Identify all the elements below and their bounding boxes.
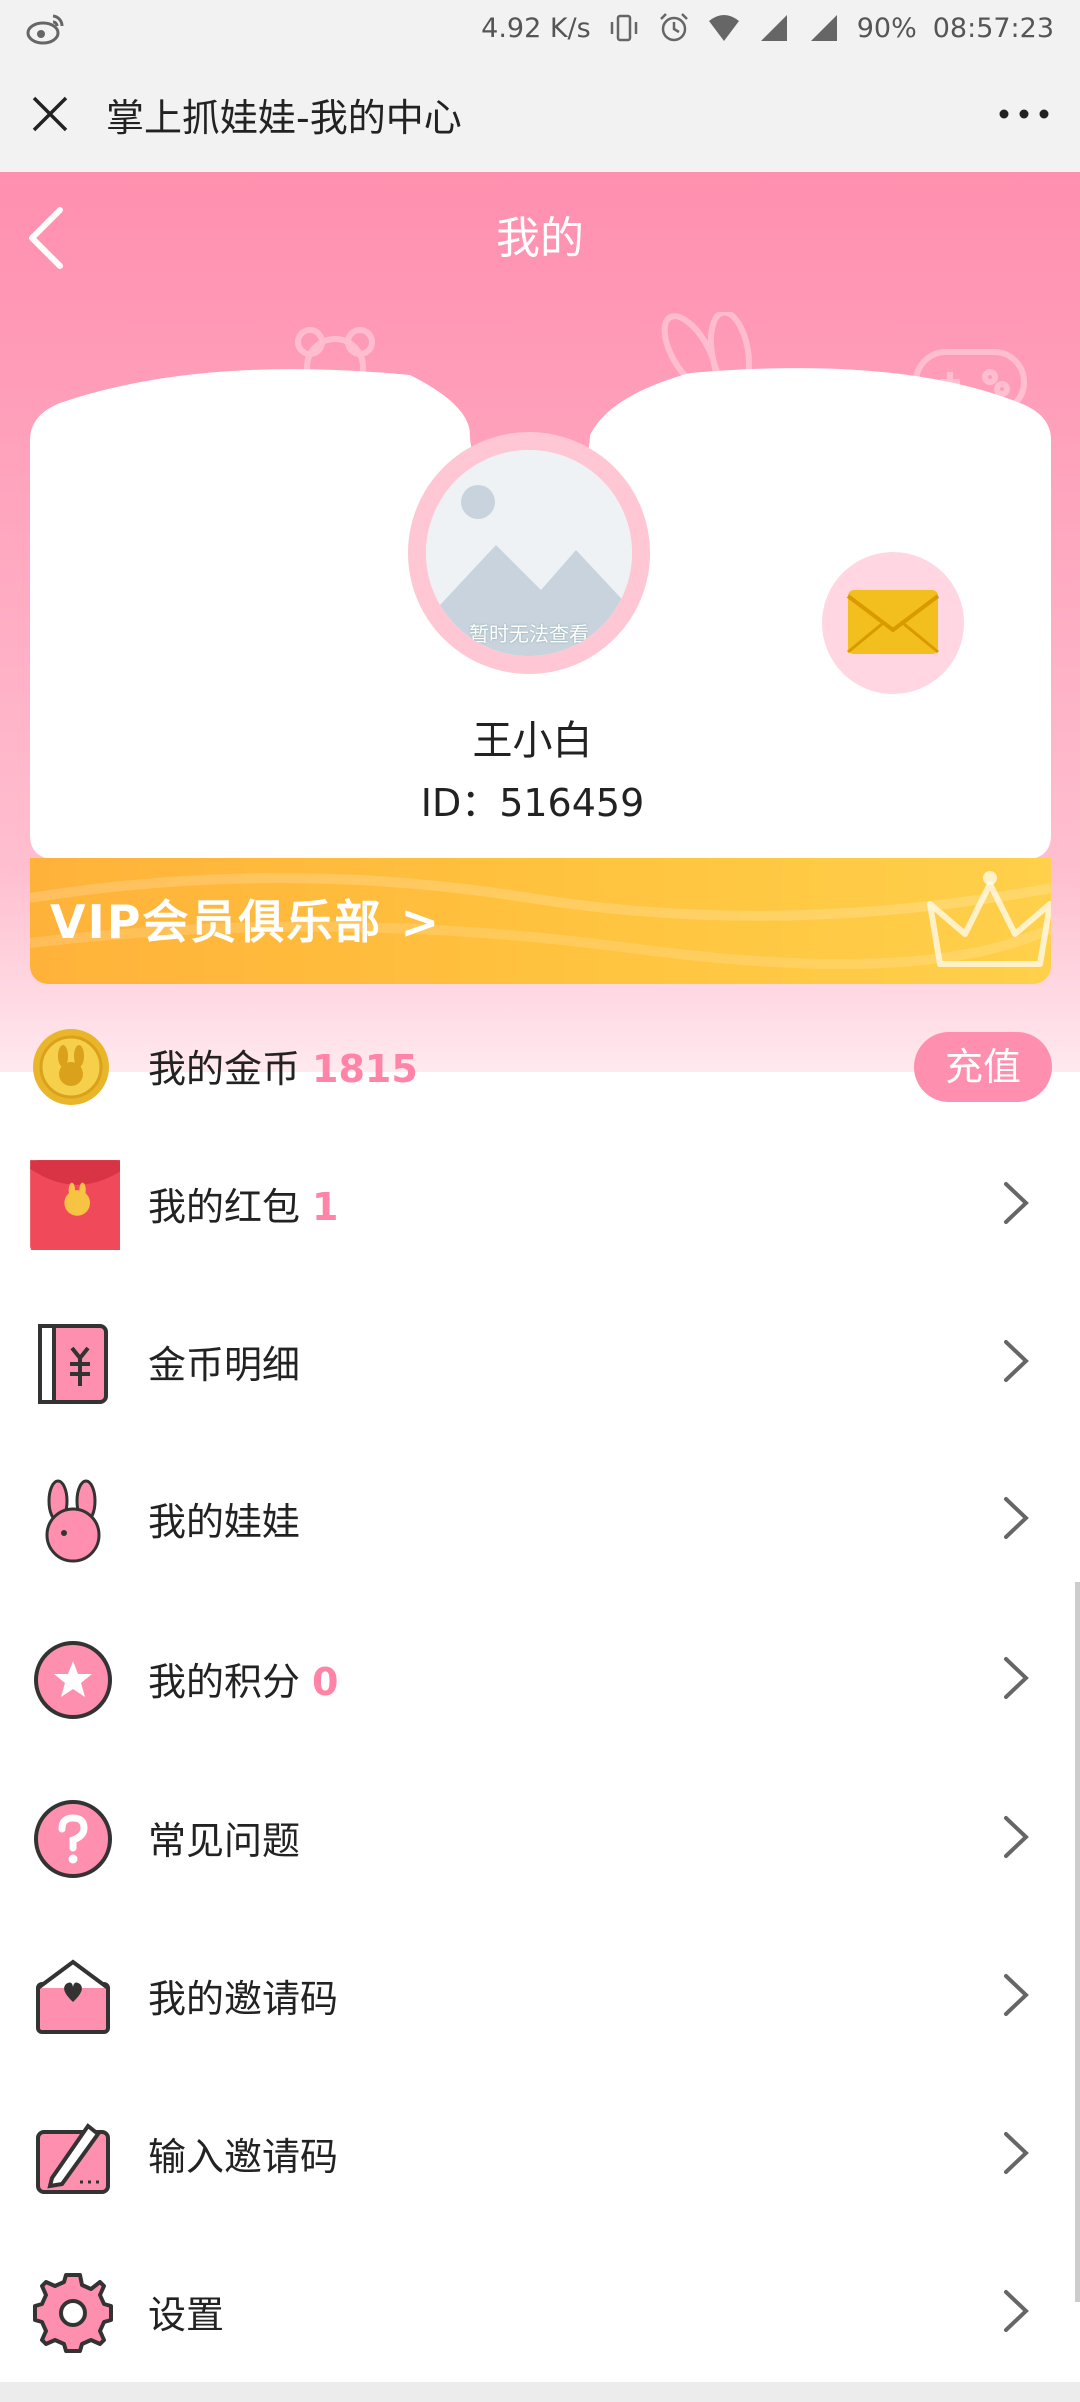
weibo-icon: [26, 14, 64, 45]
menu-item-coin-details[interactable]: 金币明细: [0, 1308, 1080, 1412]
menu-item-value: 0: [312, 1660, 339, 1704]
rabbit-icon: [45, 1479, 101, 1563]
user-id: ID：516459: [420, 781, 645, 825]
menu-item-label: 我的娃娃: [148, 1491, 312, 1546]
menu-item-red-packet[interactable]: 我的红包 1: [0, 1150, 1080, 1254]
menu-item-text: 我的积分: [148, 1660, 301, 1704]
recharge-button[interactable]: 充值: [914, 1032, 1052, 1102]
menu-item-text: 输入邀请码: [148, 2135, 339, 2179]
menu-item-text: 我的红包: [148, 1185, 301, 1229]
bottom-edge: [0, 2382, 1080, 2402]
menu-item-label: 我的积分 0: [148, 1651, 338, 1706]
message-button[interactable]: [822, 552, 964, 694]
window-title: 掌上抓娃娃-我的中心: [106, 95, 462, 140]
chevron-right-icon: [1004, 1657, 1029, 1699]
user-name: 王小白: [472, 718, 593, 764]
question-icon: [34, 1800, 112, 1878]
avatar-image: 暂时无法查看: [426, 450, 632, 656]
menu-item-settings[interactable]: 设置: [0, 2258, 1080, 2362]
crown-icon: [927, 871, 1051, 967]
menu-item-label: 我的邀请码: [148, 1968, 350, 2023]
coins-label: 我的金币 1815: [148, 1038, 418, 1093]
red-packet-icon: [30, 1160, 120, 1250]
page-title: 我的: [496, 213, 584, 264]
signal-icon: [760, 15, 787, 41]
menu-item-label: 输入邀请码: [148, 2126, 350, 2181]
menu-item-my-dolls[interactable]: 我的娃娃: [0, 1465, 1080, 1569]
chevron-right-icon: [1004, 1497, 1029, 1539]
avatar[interactable]: 暂时无法查看: [408, 432, 650, 674]
alarm-icon: [659, 13, 688, 42]
wifi-icon: [708, 15, 739, 41]
battery-level: 90%: [856, 12, 917, 44]
network-speed: 4.92 K/s: [481, 12, 591, 44]
star-badge-icon: [34, 1641, 112, 1719]
vibrate-icon: [610, 14, 637, 42]
vip-club-banner[interactable]: VIP会员俱乐部 >: [30, 858, 1051, 984]
menu-item-text: 常见问题: [148, 1819, 301, 1863]
menu-item-my-invite-code[interactable]: 我的邀请码: [0, 1942, 1080, 2046]
signal-icon-2: [810, 15, 837, 41]
status-bar: 4.92 K/s 90% 08:57:23: [0, 0, 1080, 56]
gold-coin-icon: [33, 1029, 109, 1105]
menu-item-text: 设置: [148, 2293, 225, 2337]
menu-item-text: 金币明细: [148, 1343, 301, 1387]
coins-value: 1815: [312, 1047, 418, 1091]
scrollbar[interactable]: [1075, 1582, 1080, 2302]
coin-ledger-icon: [38, 1324, 108, 1404]
title-bar: 掌上抓娃娃-我的中心: [0, 56, 1080, 172]
menu-item-my-points[interactable]: 我的积分 0: [0, 1625, 1080, 1729]
invite-letter-icon: [36, 1959, 110, 2034]
menu-item-label: 设置: [148, 2284, 236, 2339]
avatar-placeholder-text: 暂时无法查看: [469, 622, 589, 646]
chevron-right-icon: [1004, 1816, 1029, 1858]
coins-row: 我的金币 1815 充值: [0, 1022, 1080, 1112]
chevron-right-icon: [1004, 2132, 1029, 2174]
menu-item-enter-invite-code[interactable]: 输入邀请码: [0, 2100, 1080, 2204]
chevron-right-icon: [1004, 1340, 1029, 1382]
menu-item-label: 常见问题: [148, 1810, 312, 1865]
menu-item-label: 金币明细: [148, 1334, 312, 1389]
chevron-right-icon: [1004, 1974, 1029, 2016]
menu-item-text: 我的娃娃: [148, 1500, 301, 1544]
clock: 08:57:23: [932, 12, 1054, 44]
vip-club-label: VIP会员俱乐部 >: [50, 895, 441, 949]
chevron-right-icon: [1004, 2290, 1029, 2332]
envelope-icon: [846, 590, 940, 654]
menu-item-value: 1: [312, 1185, 339, 1229]
coins-label-text: 我的金币: [148, 1047, 301, 1091]
more-icon[interactable]: [998, 108, 1050, 120]
chevron-right-icon: [1004, 1182, 1029, 1224]
gear-icon: [33, 2273, 113, 2353]
pencil-card-icon: [36, 2123, 110, 2194]
menu-item-faq[interactable]: 常见问题: [0, 1784, 1080, 1888]
menu-item-text: 我的邀请码: [148, 1977, 339, 2021]
menu-item-label: 我的红包 1: [148, 1176, 338, 1231]
close-icon[interactable]: [30, 94, 70, 134]
